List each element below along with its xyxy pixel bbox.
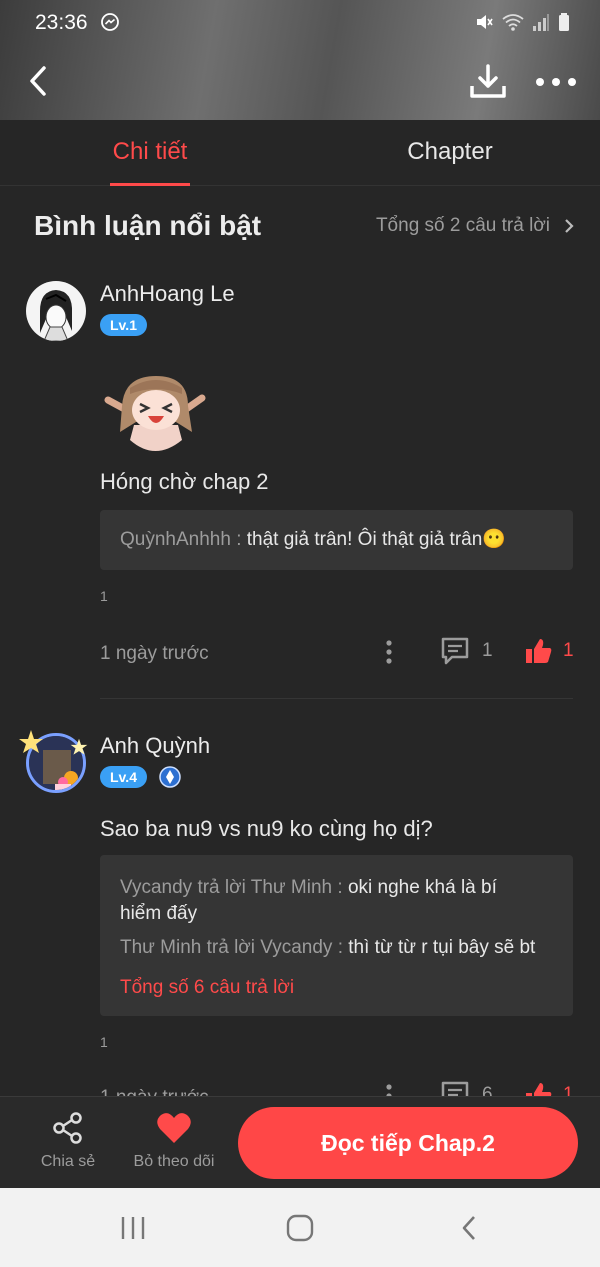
- thumbs-up-icon: [526, 639, 552, 663]
- like-button[interactable]: 1: [525, 637, 574, 665]
- reply-line: Thư Minh trả lời Vycandy : thì từ từ r t…: [120, 935, 553, 961]
- home-icon: [286, 1214, 314, 1242]
- system-nav-bar: [0, 1188, 600, 1267]
- share-icon: [53, 1112, 82, 1144]
- reply-text: thì từ từ r tụi bây sẽ bt: [348, 937, 536, 958]
- level-badge: Lv.1: [100, 314, 147, 336]
- comment-index: 1: [100, 1034, 108, 1050]
- chevron-right-icon: [565, 219, 574, 233]
- total-replies-label: Tổng số 2 câu trả lời: [375, 215, 550, 236]
- avatar[interactable]: [26, 281, 86, 341]
- comment-time: 1 ngày trước: [100, 643, 209, 664]
- system-back-button[interactable]: [455, 1214, 485, 1242]
- tab-detail[interactable]: Chi tiết: [80, 138, 220, 166]
- section-title: Bình luận nổi bật: [34, 210, 262, 241]
- reply-preview-box[interactable]: QuỳnhAnhhh : thật giả trân! Ôi thật giả …: [100, 510, 573, 570]
- comment-icon: [441, 637, 469, 665]
- comment-text: Sao ba nu9 vs nu9 ko cùng họ dị?: [100, 816, 433, 841]
- top-toolbar: [0, 52, 600, 110]
- unfollow-button[interactable]: Bỏ theo dõi: [128, 1111, 220, 1171]
- reply-text: thật giả trân! Ôi thật giả trân😶: [246, 529, 506, 550]
- reply-author: Vycandy trả lời Thư Minh :: [120, 877, 348, 898]
- comment-index: 1: [100, 588, 108, 604]
- share-label: Chia sẻ: [40, 1153, 96, 1170]
- heart-icon: [157, 1113, 191, 1143]
- recent-apps-icon: [121, 1217, 145, 1239]
- download-icon: [470, 64, 506, 98]
- sticker-image: [100, 370, 210, 460]
- avatar-star-decoration-icon: [70, 738, 88, 761]
- status-bar: 23:36: [0, 0, 600, 46]
- reply-author: QuỳnhAnhhh :: [120, 529, 247, 550]
- comment-divider: [100, 698, 573, 699]
- continue-reading-button[interactable]: Đọc tiếp Chap.2: [238, 1107, 578, 1179]
- comment-username[interactable]: AnhHoang Le: [100, 281, 235, 307]
- more-horizontal-icon: [536, 78, 576, 86]
- level-badge: Lv.4: [100, 766, 147, 788]
- comment-options-button[interactable]: [383, 639, 395, 665]
- more-options-button[interactable]: [534, 70, 578, 94]
- verified-badge-icon: [159, 766, 181, 793]
- reply-line: Vycandy trả lời Thư Minh : oki nghe khá …: [120, 875, 540, 927]
- reply-line: QuỳnhAnhhh : thật giả trân! Ôi thật giả …: [120, 527, 553, 553]
- recent-apps-button[interactable]: [118, 1214, 148, 1242]
- download-button[interactable]: [468, 62, 508, 102]
- battery-icon: [559, 13, 569, 31]
- share-button[interactable]: Chia sẻ: [30, 1111, 106, 1171]
- wifi-icon: [502, 14, 524, 31]
- reply-count: 1: [482, 640, 493, 661]
- more-vertical-icon: [386, 640, 392, 664]
- back-arrow-icon: [462, 1216, 475, 1240]
- chevron-left-icon: [30, 66, 46, 96]
- tab-bar: Chi tiết Chapter: [0, 120, 600, 186]
- status-time: 23:36: [35, 11, 88, 34]
- back-button[interactable]: [24, 64, 54, 98]
- reply-count-button[interactable]: 1: [440, 636, 493, 666]
- bottom-action-bar: Chia sẻ Bỏ theo dõi Đọc tiếp Chap.2: [0, 1096, 600, 1188]
- reply-preview-box[interactable]: Vycandy trả lời Thư Minh : oki nghe khá …: [100, 855, 573, 1016]
- comment-text: Hóng chờ chap 2: [100, 469, 269, 494]
- status-icons: [474, 12, 570, 32]
- unfollow-label: Bỏ theo dõi: [133, 1153, 215, 1170]
- total-replies-link[interactable]: Tổng số 2 câu trả lời: [376, 215, 574, 237]
- reply-author: Thư Minh trả lời Vycandy :: [120, 937, 349, 958]
- like-count: 1: [563, 640, 574, 661]
- view-all-replies-link[interactable]: Tổng số 6 câu trả lời: [120, 975, 553, 1001]
- active-tab-indicator: [110, 183, 190, 186]
- home-button[interactable]: [285, 1214, 315, 1242]
- mute-icon: [477, 15, 493, 29]
- tab-chapter[interactable]: Chapter: [380, 138, 520, 166]
- messenger-icon: [100, 12, 120, 37]
- avatar-star-decoration-icon: [18, 729, 44, 760]
- signal-icon: [533, 14, 549, 31]
- comment-username[interactable]: Anh Quỳnh: [100, 733, 210, 759]
